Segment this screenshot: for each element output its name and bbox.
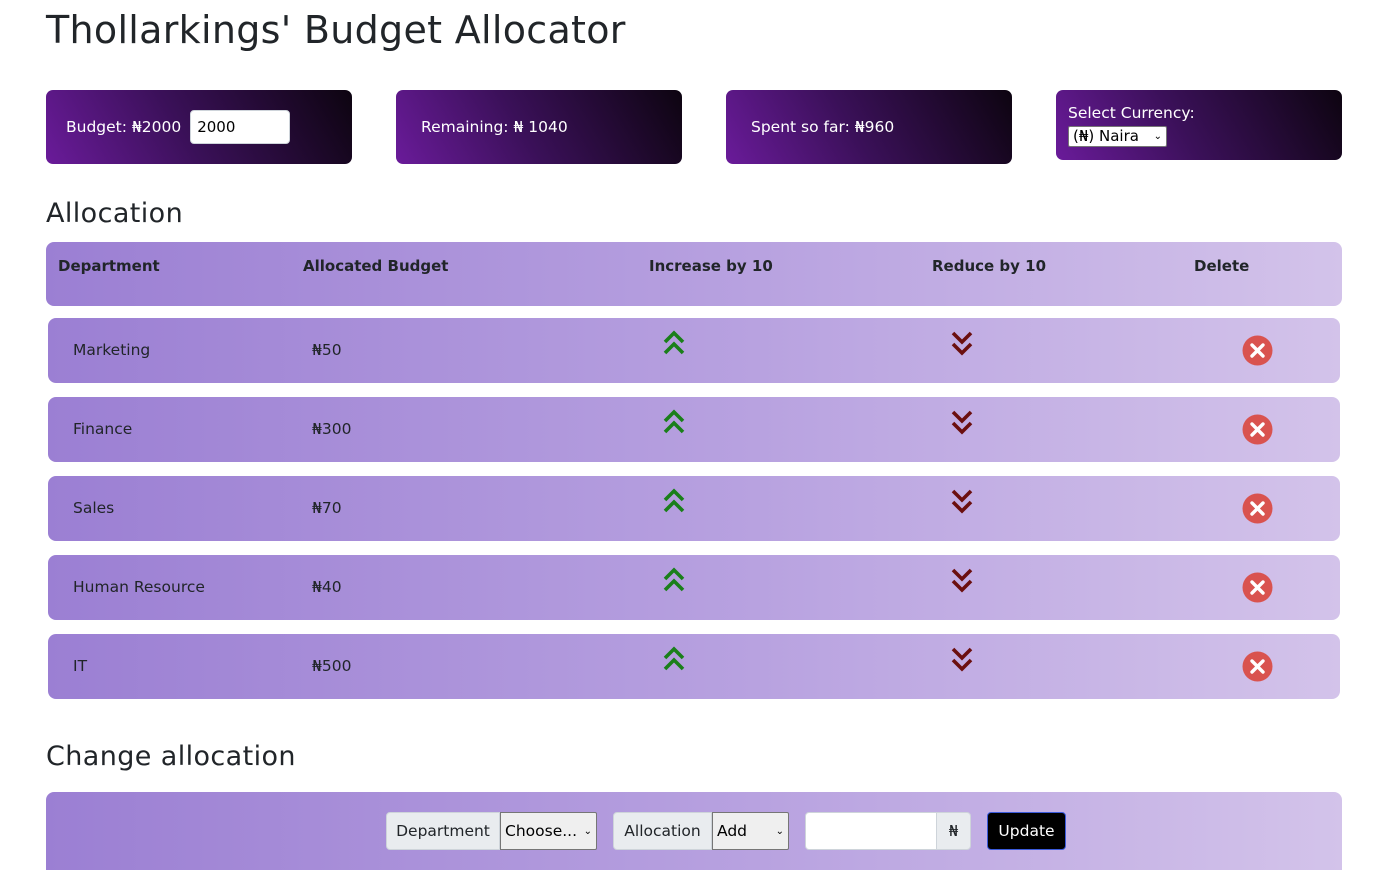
department-name: Human Resource bbox=[73, 578, 205, 596]
allocation-selected-value: Add bbox=[717, 822, 748, 840]
department-name: Finance bbox=[73, 420, 133, 438]
allocated-budget-value: ₦40 bbox=[312, 578, 342, 596]
chevron-down-icon: ⌄ bbox=[775, 825, 784, 837]
department-label: Department bbox=[386, 812, 500, 850]
currency-selected-value: (₦) Naira bbox=[1073, 127, 1139, 145]
department-name: Marketing bbox=[73, 341, 151, 359]
update-button[interactable]: Update bbox=[987, 812, 1066, 850]
chevron-down-icon: ⌄ bbox=[583, 825, 592, 837]
table-row: Sales ₦70 bbox=[48, 476, 1340, 541]
column-header-increase: Increase by 10 bbox=[649, 257, 773, 275]
double-chevron-up-icon[interactable] bbox=[663, 488, 685, 516]
close-circle-icon[interactable] bbox=[1242, 572, 1273, 603]
table-row: Finance ₦300 bbox=[48, 397, 1340, 462]
department-name: IT bbox=[73, 657, 88, 675]
currency-symbol: ₦ bbox=[936, 812, 971, 850]
allocated-budget-value: ₦70 bbox=[312, 499, 342, 517]
table-row: Human Resource ₦40 bbox=[48, 555, 1340, 620]
currency-select[interactable]: (₦) Naira ⌄ bbox=[1068, 125, 1167, 147]
double-chevron-down-icon[interactable] bbox=[951, 408, 973, 436]
double-chevron-down-icon[interactable] bbox=[951, 487, 973, 515]
department-name: Sales bbox=[73, 499, 115, 517]
budget-card: Budget: ₦2000 bbox=[46, 90, 352, 164]
close-circle-icon[interactable] bbox=[1242, 493, 1273, 524]
change-allocation-heading: Change allocation bbox=[46, 741, 296, 772]
double-chevron-up-icon[interactable] bbox=[663, 646, 685, 674]
allocated-budget-value: ₦300 bbox=[312, 420, 352, 438]
currency-card: Select Currency: (₦) Naira ⌄ bbox=[1056, 90, 1342, 160]
double-chevron-up-icon[interactable] bbox=[663, 409, 685, 437]
budget-label: Budget: ₦2000 bbox=[66, 118, 182, 136]
table-row: IT ₦500 bbox=[48, 634, 1340, 699]
column-header-allocated-budget: Allocated Budget bbox=[303, 257, 449, 275]
budget-input[interactable] bbox=[190, 110, 291, 144]
allocation-heading: Allocation bbox=[46, 198, 184, 229]
double-chevron-down-icon[interactable] bbox=[951, 566, 973, 594]
column-header-department: Department bbox=[58, 257, 160, 275]
allocation-type-select[interactable]: Add ⌄ bbox=[712, 812, 789, 850]
column-header-reduce: Reduce by 10 bbox=[932, 257, 1047, 275]
page-title: Thollarkings' Budget Allocator bbox=[46, 8, 626, 52]
table-row: Marketing ₦50 bbox=[48, 318, 1340, 383]
remaining-card: Remaining: ₦ 1040 bbox=[396, 90, 682, 164]
amount-input[interactable] bbox=[805, 812, 937, 850]
close-circle-icon[interactable] bbox=[1242, 414, 1273, 445]
allocation-label: Allocation bbox=[613, 812, 712, 850]
spent-card: Spent so far: ₦960 bbox=[726, 90, 1012, 164]
allocation-table-header: Department Allocated Budget Increase by … bbox=[46, 242, 1342, 306]
close-circle-icon[interactable] bbox=[1242, 651, 1273, 682]
double-chevron-up-icon[interactable] bbox=[663, 567, 685, 595]
currency-label: Select Currency: bbox=[1068, 103, 1195, 122]
department-select[interactable]: Choose... ⌄ bbox=[500, 812, 597, 850]
close-circle-icon[interactable] bbox=[1242, 335, 1273, 366]
column-header-delete: Delete bbox=[1194, 257, 1250, 275]
remaining-label: Remaining: ₦ 1040 bbox=[421, 118, 568, 136]
double-chevron-down-icon[interactable] bbox=[951, 329, 973, 357]
chevron-down-icon: ⌄ bbox=[1153, 130, 1162, 142]
allocated-budget-value: ₦500 bbox=[312, 657, 352, 675]
change-allocation-panel: Department Choose... ⌄ Allocation Add ⌄ … bbox=[46, 792, 1342, 870]
spent-label: Spent so far: ₦960 bbox=[751, 118, 895, 136]
double-chevron-down-icon[interactable] bbox=[951, 645, 973, 673]
double-chevron-up-icon[interactable] bbox=[663, 330, 685, 358]
allocated-budget-value: ₦50 bbox=[312, 341, 342, 359]
department-selected-value: Choose... bbox=[505, 822, 578, 840]
budget-allocator-app: Thollarkings' Budget Allocator Budget: ₦… bbox=[0, 0, 1385, 876]
